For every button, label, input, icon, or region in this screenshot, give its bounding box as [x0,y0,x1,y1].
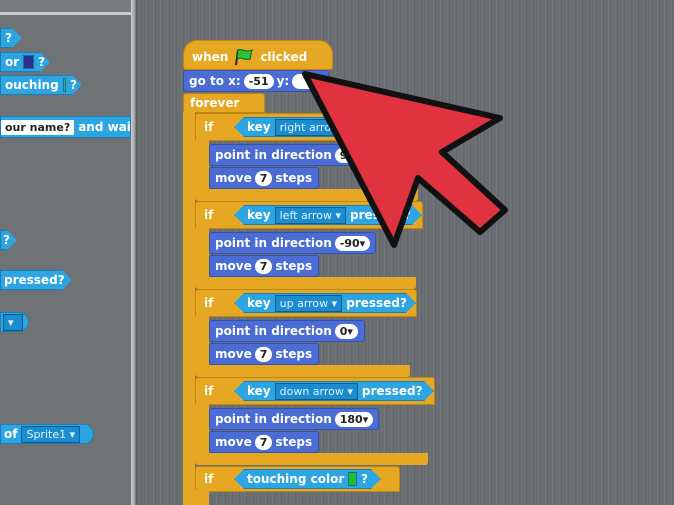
block-text: ? [38,55,45,69]
block-text: of [4,427,18,441]
forever-block[interactable]: forever [183,93,265,113]
if-arm [195,140,209,190]
steps-input[interactable]: 7 [254,170,273,186]
block-text: steps [275,347,313,361]
block-text: go to x: [189,74,241,88]
move-steps-block[interactable]: move 7 steps [209,343,319,365]
x-input[interactable]: -51 [243,73,274,89]
block-text: touching color [247,472,345,486]
block-text: move [215,347,252,361]
palette-block-reporter[interactable]: ▾ [0,312,29,332]
palette-block-ask-and-wait[interactable]: our name? and wait [0,116,137,138]
block-text: move [215,259,252,273]
block-text: steps [275,259,313,273]
direction-value: 0 [339,324,348,338]
block-text: if [204,296,214,310]
move-steps-block[interactable]: move 7 steps [209,431,319,453]
dropdown-value: Sprite1 [26,427,67,441]
block-text: pressed? [361,384,423,398]
block-text: or [5,55,20,69]
palette-block-attribute-of[interactable]: of Sprite1 ▾ [0,424,94,444]
block-text: ? [70,78,77,92]
forever-arm [183,112,195,505]
block-text: if [204,208,214,222]
block-text: key [247,120,271,134]
block-palette: ? or ? ouching ? our name? and wait ? pr… [0,0,137,505]
block-text: ? [3,233,10,247]
steps-input[interactable]: 7 [254,346,273,362]
block-text: move [215,171,252,185]
green-flag-icon [233,48,255,66]
key-pressed-condition[interactable]: key down arrow ▾ pressed? [234,381,434,401]
block-text: if [204,120,214,134]
block-text: if [204,472,214,486]
palette-block-key-pressed[interactable]: pressed? [0,270,72,290]
direction-input[interactable]: 180▾ [334,411,374,427]
block-text: forever [190,96,240,110]
steps-input[interactable]: 7 [254,434,273,450]
block-text: ouching [5,78,59,92]
steps-input[interactable]: 7 [254,258,273,274]
if-bottom [195,365,410,377]
block-text: point in direction [215,324,332,338]
block-text: key [247,384,271,398]
block-text: pressed? [4,273,65,287]
block-text: y: [276,74,290,88]
if-arm [195,490,209,505]
direction-value: 180 [339,412,363,426]
key-dropdown[interactable]: down arrow ▾ [275,383,358,400]
block-text: and wait [78,120,137,134]
if-arm [195,228,209,278]
direction-input[interactable]: 0▾ [334,323,358,339]
block-text: steps [275,435,313,449]
key-pressed-condition[interactable]: key up arrow ▾ pressed? [234,293,416,313]
block-text: ? [5,31,12,45]
block-text: if [204,384,214,398]
touching-color-condition[interactable]: touching color ? [234,469,381,489]
sprite-dropdown[interactable]: Sprite1 ▾ [21,425,81,443]
point-in-direction-block[interactable]: point in direction 0▾ [209,320,365,342]
palette-block-mouse-down[interactable]: ? [0,230,17,250]
dropdown-arrow-icon[interactable]: ▾ [3,313,23,331]
if-bottom [195,277,416,289]
color-swatch[interactable] [23,55,34,69]
ask-text-field[interactable]: our name? [1,119,75,135]
key-dropdown[interactable]: up arrow ▾ [275,295,343,312]
if-arm [195,316,209,366]
palette-block-touching[interactable]: ? [0,28,22,48]
block-text: key [247,296,271,310]
if-bottom [195,453,428,465]
color-swatch[interactable] [63,78,66,92]
dropdown-value: up arrow [279,296,329,310]
block-text: point in direction [215,412,332,426]
point-in-direction-block[interactable]: point in direction 180▾ [209,408,379,430]
pointer-arrow-icon [302,71,508,248]
block-text: key [247,208,271,222]
color-swatch[interactable] [348,472,357,486]
palette-block-touching-color[interactable]: ouching ? [0,75,82,95]
if-arm [195,404,209,454]
block-text: when [192,50,229,64]
block-text: ? [361,472,368,486]
block-text: move [215,435,252,449]
dropdown-value: down arrow [279,384,344,398]
palette-header [0,0,131,15]
palette-block-color-touching[interactable]: or ? [0,52,50,72]
block-text: pressed? [346,296,407,310]
